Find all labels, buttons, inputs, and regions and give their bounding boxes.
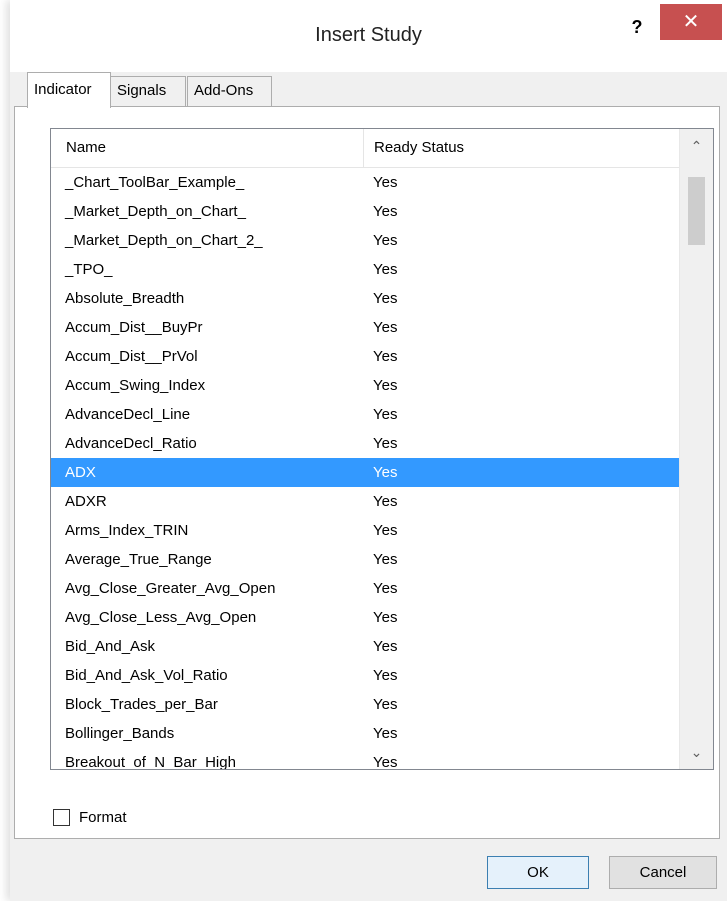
tab-add-ons[interactable]: Add-Ons bbox=[187, 76, 272, 106]
column-header-name[interactable]: Name bbox=[66, 129, 106, 167]
tab-label: Add-Ons bbox=[194, 82, 254, 99]
list-item[interactable]: Accum_Dist__PrVol Yes bbox=[51, 342, 679, 371]
list-item[interactable]: Breakout_of_N_Bar_High Yes bbox=[51, 748, 679, 770]
ready-status: Yes bbox=[373, 580, 398, 597]
ready-status: Yes bbox=[373, 464, 398, 481]
ready-status: Yes bbox=[373, 638, 398, 655]
list-item[interactable]: _Market_Depth_on_Chart_ Yes bbox=[51, 197, 679, 226]
study-name: Avg_Close_Less_Avg_Open bbox=[65, 609, 257, 626]
cancel-button[interactable]: Cancel bbox=[609, 856, 717, 889]
list-item[interactable]: Arms_Index_TRIN Yes bbox=[51, 516, 679, 545]
study-name: Accum_Swing_Index bbox=[65, 377, 206, 394]
list-rows: _Chart_ToolBar_Example_ Yes _Market_Depth_… bbox=[51, 168, 679, 770]
study-name: Breakout_of_N_Bar_High bbox=[65, 754, 236, 770]
chevron-down-icon[interactable]: ⌄ bbox=[680, 735, 713, 769]
ready-status: Yes bbox=[373, 522, 398, 539]
list-item[interactable]: _Chart_ToolBar_Example_ Yes bbox=[51, 168, 679, 197]
list-item[interactable]: Average_True_Range Yes bbox=[51, 545, 679, 574]
study-name: _TPO_ bbox=[65, 261, 113, 278]
ready-status: Yes bbox=[373, 609, 398, 626]
list-item[interactable]: AdvanceDecl_Ratio Yes bbox=[51, 429, 679, 458]
ready-status: Yes bbox=[373, 754, 398, 770]
study-name: AdvanceDecl_Ratio bbox=[65, 435, 197, 452]
study-name: Accum_Dist__BuyPr bbox=[65, 319, 203, 336]
ready-status: Yes bbox=[373, 203, 398, 220]
study-name: _Market_Depth_on_Chart_ bbox=[65, 203, 246, 220]
study-name: Absolute_Breadth bbox=[65, 290, 185, 307]
study-list[interactable]: Name Ready Status _Chart_ToolBar_Example… bbox=[50, 128, 714, 770]
format-checkbox[interactable] bbox=[53, 809, 70, 826]
ready-status: Yes bbox=[373, 493, 398, 510]
column-header-ready-status[interactable]: Ready Status bbox=[374, 129, 464, 167]
list-item[interactable]: Avg_Close_Less_Avg_Open Yes bbox=[51, 603, 679, 632]
chevron-up-icon[interactable]: ⌃ bbox=[680, 129, 713, 163]
ok-button[interactable]: OK bbox=[487, 856, 589, 889]
list-item[interactable]: AdvanceDecl_Line Yes bbox=[51, 400, 679, 429]
list-item[interactable]: Accum_Swing_Index Yes bbox=[51, 371, 679, 400]
study-name: Bollinger_Bands bbox=[65, 725, 175, 742]
study-name: Arms_Index_TRIN bbox=[65, 522, 189, 539]
ready-status: Yes bbox=[373, 667, 398, 684]
list-item[interactable]: ADX Yes bbox=[51, 458, 679, 487]
help-button[interactable]: ? bbox=[622, 16, 652, 40]
ready-status: Yes bbox=[373, 348, 398, 365]
tab-signals[interactable]: Signals bbox=[110, 76, 186, 106]
list-item[interactable]: Avg_Close_Greater_Avg_Open Yes bbox=[51, 574, 679, 603]
ready-status: Yes bbox=[373, 174, 398, 191]
study-name: Bid_And_Ask_Vol_Ratio bbox=[65, 667, 228, 684]
window-title: Insert Study bbox=[315, 24, 422, 46]
list-item[interactable]: Absolute_Breadth Yes bbox=[51, 284, 679, 313]
study-name: Block_Trades_per_Bar bbox=[65, 696, 218, 713]
ready-status: Yes bbox=[373, 290, 398, 307]
vertical-scrollbar[interactable]: ⌃ ⌄ bbox=[679, 129, 713, 769]
list-header: Name Ready Status bbox=[51, 129, 679, 168]
study-name: Bid_And_Ask bbox=[65, 638, 156, 655]
close-button[interactable]: ✕ bbox=[660, 4, 722, 40]
study-name: Avg_Close_Greater_Avg_Open bbox=[65, 580, 276, 597]
close-icon: ✕ bbox=[682, 11, 700, 33]
format-label: Format bbox=[79, 809, 127, 826]
tab-label: Signals bbox=[117, 82, 167, 99]
tab-indicator[interactable]: Indicator bbox=[27, 72, 111, 108]
study-name: ADXR bbox=[65, 493, 107, 510]
tab-panel: Name Ready Status _Chart_ToolBar_Example… bbox=[14, 106, 720, 839]
study-name: ADX bbox=[65, 464, 96, 481]
column-divider[interactable] bbox=[363, 129, 364, 167]
list-item[interactable]: Bollinger_Bands Yes bbox=[51, 719, 679, 748]
title-bar: Insert Study ? ✕ bbox=[10, 0, 727, 72]
list-item[interactable]: Accum_Dist__BuyPr Yes bbox=[51, 313, 679, 342]
list-item[interactable]: Bid_And_Ask_Vol_Ratio Yes bbox=[51, 661, 679, 690]
ready-status: Yes bbox=[373, 232, 398, 249]
study-name: _Market_Depth_on_Chart_2_ bbox=[65, 232, 263, 249]
list-item[interactable]: ADXR Yes bbox=[51, 487, 679, 516]
study-name: Accum_Dist__PrVol bbox=[65, 348, 198, 365]
study-name: AdvanceDecl_Line bbox=[65, 406, 191, 423]
list-item[interactable]: Bid_And_Ask Yes bbox=[51, 632, 679, 661]
list-item[interactable]: Block_Trades_per_Bar Yes bbox=[51, 690, 679, 719]
tab-label: Indicator bbox=[34, 81, 92, 98]
scrollbar-thumb[interactable] bbox=[688, 177, 705, 245]
study-name: _Chart_ToolBar_Example_ bbox=[65, 174, 245, 191]
study-name: Average_True_Range bbox=[65, 551, 212, 568]
ready-status: Yes bbox=[373, 261, 398, 278]
ready-status: Yes bbox=[373, 406, 398, 423]
ready-status: Yes bbox=[373, 551, 398, 568]
ready-status: Yes bbox=[373, 377, 398, 394]
insert-study-dialog: Insert Study ? ✕ Signals Add-Ons Indicat… bbox=[10, 0, 727, 901]
ready-status: Yes bbox=[373, 435, 398, 452]
list-item[interactable]: _Market_Depth_on_Chart_2_ Yes bbox=[51, 226, 679, 255]
ready-status: Yes bbox=[373, 319, 398, 336]
ready-status: Yes bbox=[373, 725, 398, 742]
list-item[interactable]: _TPO_ Yes bbox=[51, 255, 679, 284]
ready-status: Yes bbox=[373, 696, 398, 713]
